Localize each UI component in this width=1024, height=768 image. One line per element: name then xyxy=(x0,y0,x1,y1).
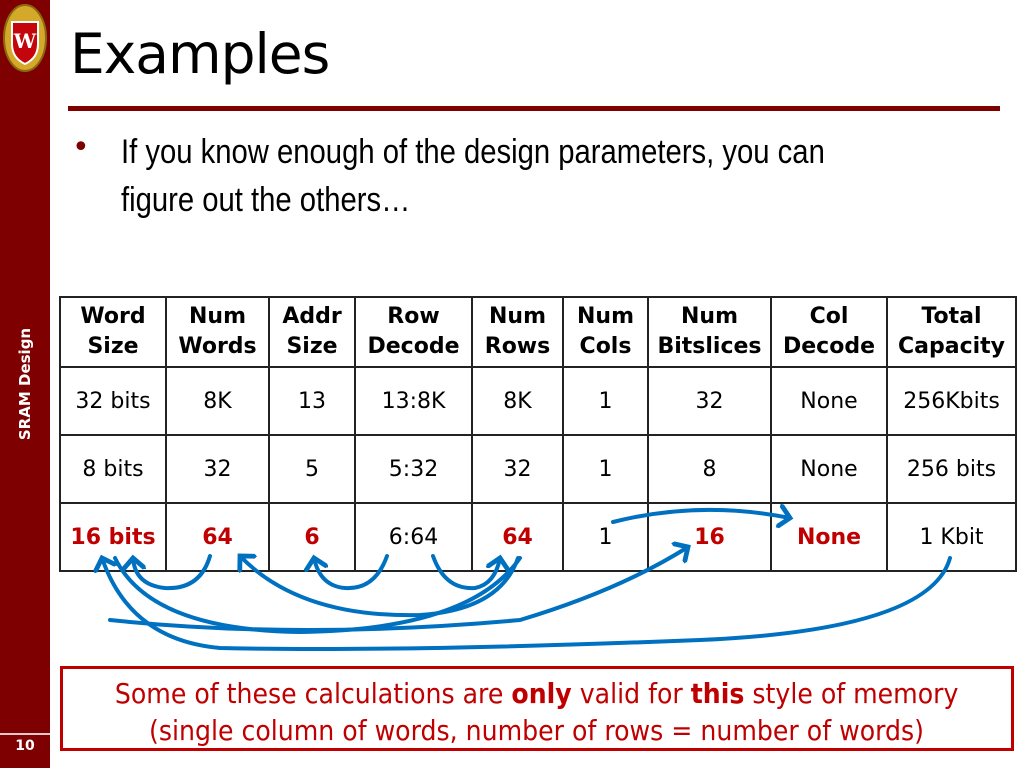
table-row: 16 bits 64 6 6:64 64 1 16 None 1 Kbit xyxy=(59,502,1017,572)
column-header-line: Num xyxy=(489,304,546,329)
column-header-line: Num xyxy=(189,304,246,329)
column-header-line: Row xyxy=(387,304,440,329)
column-header-line: Rows xyxy=(484,334,551,359)
table-cell: None xyxy=(770,502,888,572)
bullet-text: If you know enough of the design paramet… xyxy=(121,133,825,219)
table-row: 32 bits 8K 13 13:8K 8K 1 32 None 256Kbits xyxy=(59,366,1017,436)
column-header-line: Num xyxy=(681,304,738,329)
table-cell: 1 xyxy=(562,434,649,504)
column-header-line: Col xyxy=(809,304,849,329)
table-cell: 5:32 xyxy=(354,434,473,504)
column-header: Num Words xyxy=(165,296,270,368)
table-cell: 256Kbits xyxy=(886,366,1017,436)
note-line1-post: style of memory xyxy=(744,677,959,710)
section-label: SRAM Design xyxy=(16,327,34,441)
table-row: 8 bits 32 5 5:32 32 1 8 None 256 bits xyxy=(59,434,1017,504)
table-cell: 8K xyxy=(471,366,564,436)
page-divider xyxy=(0,733,50,735)
table-cell: 32 xyxy=(471,434,564,504)
column-header-line: Bitslices xyxy=(657,334,762,359)
slide-title: Examples xyxy=(70,22,330,86)
svg-text:W: W xyxy=(13,29,37,53)
column-header-line: Size xyxy=(286,334,338,359)
column-header-line: Decode xyxy=(367,334,460,359)
note-line1-pre: Some of these calculations are xyxy=(115,677,512,710)
sram-parameters-table: Word Size Num Words Addr Size Row Decode Num Rows… xyxy=(59,296,1017,572)
table-cell: 32 xyxy=(647,366,772,436)
sidebar: W SRAM Design 10 xyxy=(0,0,50,768)
table-cell: 1 xyxy=(562,502,649,572)
note-line2: (single column of words, number of rows … xyxy=(149,714,925,747)
column-header: Num Cols xyxy=(562,296,649,368)
table-cell: 64 xyxy=(471,502,564,572)
column-header: Addr Size xyxy=(268,296,356,368)
table-cell: 1 xyxy=(562,366,649,436)
note-emphasis-this: this xyxy=(691,677,745,710)
table-cell: 13:8K xyxy=(354,366,473,436)
column-header: Row Decode xyxy=(354,296,473,368)
column-header-line: Cols xyxy=(579,334,632,359)
table-cell: 16 bits xyxy=(59,502,167,572)
column-header-line: Total xyxy=(921,304,982,329)
column-header: Word Size xyxy=(59,296,167,368)
column-header: Total Capacity xyxy=(886,296,1017,368)
column-header-line: Size xyxy=(87,334,139,359)
table-cell: 16 xyxy=(647,502,772,572)
table-cell: 5 xyxy=(268,434,356,504)
column-header: Num Bitslices xyxy=(647,296,772,368)
table-cell: 6:64 xyxy=(354,502,473,572)
table-cell: 8K xyxy=(165,366,270,436)
table-cell: None xyxy=(770,366,888,436)
callout-note: Some of these calculations are only vali… xyxy=(60,666,1014,751)
uw-crest-logo: W xyxy=(3,4,47,72)
table-cell: None xyxy=(770,434,888,504)
table-cell: 8 xyxy=(647,434,772,504)
title-divider xyxy=(68,106,1000,111)
column-header: Col Decode xyxy=(770,296,888,368)
table-cell: 32 xyxy=(165,434,270,504)
note-line1-mid: valid for xyxy=(572,677,692,710)
table-cell: 32 bits xyxy=(59,366,167,436)
table-cell: 8 bits xyxy=(59,434,167,504)
column-header-line: Num xyxy=(577,304,634,329)
note-emphasis-only: only xyxy=(511,677,573,710)
column-header-line: Decode xyxy=(782,334,875,359)
page-number: 10 xyxy=(15,738,35,754)
table-cell: 6 xyxy=(268,502,356,572)
column-header: Num Rows xyxy=(471,296,564,368)
table-header-row: Word Size Num Words Addr Size Row Decode Num Rows… xyxy=(59,296,1017,368)
table-cell: 256 bits xyxy=(886,434,1017,504)
column-header-line: Addr xyxy=(282,304,342,329)
column-header-line: Words xyxy=(178,334,257,359)
bullet-icon: • xyxy=(72,130,90,165)
column-header-line: Capacity xyxy=(897,334,1006,359)
table-cell: 13 xyxy=(268,366,356,436)
table-cell: 64 xyxy=(165,502,270,572)
table-cell: 1 Kbit xyxy=(886,502,1017,572)
column-header-line: Word xyxy=(80,304,146,329)
